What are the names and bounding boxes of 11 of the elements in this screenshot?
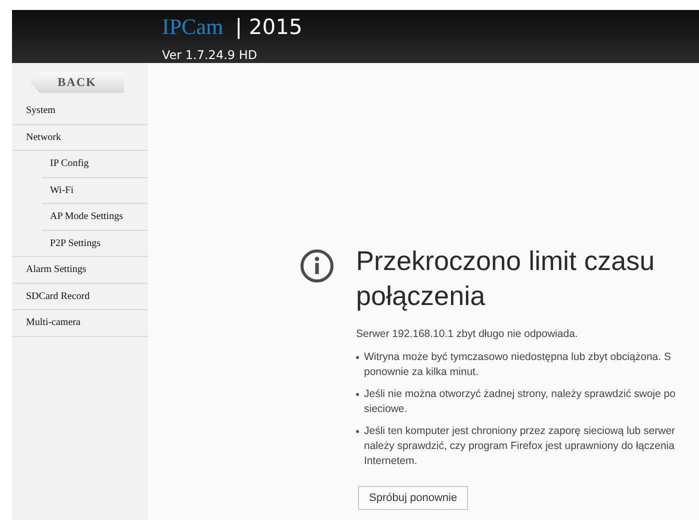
suggestion-text: Jeśli ten komputer jest chroniony przez zaporę sieciową lub serwer należy sprawdzić, czy program Firefox jest uprawniony do łączenia Internetem. bbox=[356, 424, 686, 469]
suggestion-text: Witryna może być tymczasowo niedostępna lub zbyt obciążona. S ponownie za kilka minut. bbox=[356, 350, 686, 380]
info-icon bbox=[300, 249, 334, 283]
retry-button[interactable]: Spróbuj ponownie bbox=[358, 486, 468, 510]
year-text: | 2015 bbox=[235, 15, 302, 39]
error-title: Przekroczono limit czasu połączenia bbox=[356, 245, 656, 313]
error-message: Serwer 192.168.10.1 zbyt długo nie odpowiada. bbox=[356, 328, 579, 340]
suggestion-text: Jeśli nie można otworzyć żadnej strony, należy sprawdzić swoje po sieciowe. bbox=[356, 387, 686, 417]
back-button[interactable]: BACK bbox=[30, 72, 124, 93]
version-text: Ver 1.7.24.9 HD bbox=[162, 48, 258, 62]
logo-text: IPCam bbox=[162, 14, 224, 40]
